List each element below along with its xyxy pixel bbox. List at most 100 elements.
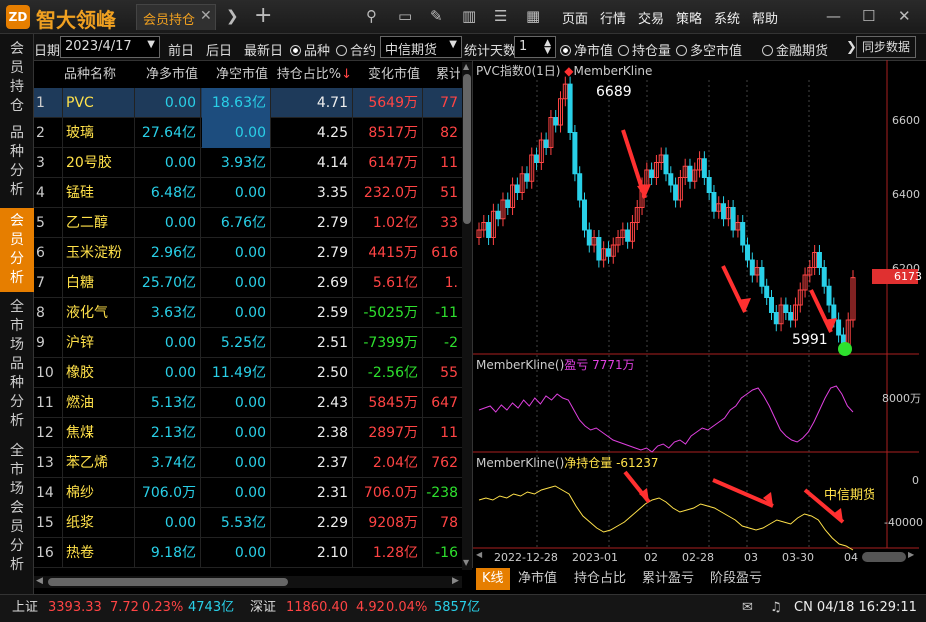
menu-system[interactable]: 系统: [714, 8, 740, 27]
row-position-pct: 2.69: [316, 275, 348, 291]
col-header-net-long[interactable]: 净多市值: [130, 62, 198, 88]
person-icon[interactable]: ⚲: [366, 7, 377, 25]
row-position-pct: 2.79: [316, 215, 348, 231]
chart-hscroll-thumb[interactable]: [862, 552, 906, 562]
col-header-cumulative[interactable]: 累计: [424, 62, 460, 88]
chart-icon[interactable]: ▥: [462, 7, 476, 25]
radio-on-icon: [290, 45, 301, 56]
candle-body: [730, 207, 736, 231]
finance-checkbox[interactable]: 金融期货: [762, 40, 828, 59]
table-hscroll-thumb[interactable]: [48, 578, 288, 586]
col-header-net-short[interactable]: 净空市值: [200, 62, 268, 88]
sound-icon[interactable]: ♫: [770, 594, 782, 622]
pen-icon[interactable]: ✎: [430, 7, 443, 25]
mail-icon[interactable]: ✉: [742, 594, 753, 622]
net-position-line: [478, 485, 854, 551]
candle-body: [759, 267, 765, 287]
radio-variety[interactable]: 品种: [290, 40, 330, 59]
candle-body: [572, 132, 578, 175]
radio-long-short[interactable]: 多空市值: [676, 40, 742, 59]
next-day-button[interactable]: 后日: [206, 40, 232, 59]
radio-position[interactable]: 持仓量: [618, 40, 671, 59]
chart-tab-stage-profit[interactable]: 阶段盈亏: [704, 568, 768, 590]
close-tab-icon[interactable]: ✕: [200, 8, 212, 24]
menu-trade[interactable]: 交易: [638, 8, 664, 27]
col-header-change[interactable]: 变化市值: [354, 62, 420, 88]
row-change: 5649万: [368, 95, 418, 111]
grid-line: [422, 418, 423, 448]
scroll-up-icon[interactable]: ▲: [463, 62, 469, 71]
vtab-market-variety[interactable]: 全市场品种分析: [0, 298, 34, 438]
days-label: 统计天数: [464, 44, 517, 59]
latest-day-button[interactable]: 最新日: [244, 40, 283, 59]
sync-data-button[interactable]: 同步数据: [856, 36, 916, 58]
menu-help[interactable]: 帮助: [752, 8, 778, 27]
menu-page[interactable]: 页面: [562, 8, 588, 27]
table-vscroll-thumb[interactable]: [463, 74, 471, 224]
grid-line: [270, 148, 271, 178]
minimize-icon[interactable]: —: [826, 7, 841, 25]
date-picker[interactable]: 2023/4/17 ▼: [60, 36, 160, 58]
chevron-right-icon[interactable]: ❯: [226, 7, 239, 25]
chart-tab-net-value[interactable]: 净市值: [512, 568, 563, 590]
net-position-panel-title: MemberKline()净持仓量 -61237: [476, 454, 659, 471]
chart-tab-position-pct[interactable]: 持仓占比: [568, 568, 632, 590]
row-net-short: 0.00: [234, 425, 266, 441]
grid-line: [200, 88, 201, 118]
profit-tick: 8000万: [882, 392, 921, 405]
maximize-icon[interactable]: ☐: [862, 7, 875, 25]
row-index: 4: [36, 185, 45, 201]
row-index: 9: [36, 335, 45, 351]
col-header-position-pct[interactable]: 持仓占比%↓: [272, 62, 352, 88]
grid-line: [200, 178, 201, 208]
row-variety-name: 20号胶: [66, 155, 112, 171]
vtab-market-member[interactable]: 全市场会员分析: [0, 442, 34, 582]
scroll-right-icon[interactable]: ▶: [452, 576, 459, 586]
row-variety-name: 热卷: [66, 545, 94, 561]
row-variety-name: 橡胶: [66, 365, 94, 381]
net-tick-40000: -40000: [884, 516, 923, 529]
col-header-name[interactable]: 品种名称: [64, 62, 134, 88]
vtab-member-position[interactable]: 会员持仓: [0, 40, 34, 120]
row-change: 5.61亿: [372, 275, 418, 291]
candle-body: [543, 139, 549, 148]
candle-body: [821, 267, 827, 287]
close-window-icon[interactable]: ✕: [898, 7, 911, 25]
broker-value: 中信期货: [385, 43, 438, 58]
chart-tab-cum-profit[interactable]: 累计盈亏: [636, 568, 700, 590]
sz-index-pct: 0.04%: [386, 600, 428, 615]
vtab-member-analysis[interactable]: 会员分析: [0, 208, 34, 292]
scroll-down-icon[interactable]: ▼: [463, 558, 469, 567]
row-net-short: 0.00: [234, 485, 266, 501]
chart-scroll-right-icon[interactable]: ▶: [908, 550, 914, 559]
calculator-icon[interactable]: ▦: [526, 7, 540, 25]
prev-day-button[interactable]: 前日: [168, 40, 194, 59]
menu-market[interactable]: 行情: [600, 8, 626, 27]
vtab-variety-analysis[interactable]: 品种分析: [0, 124, 34, 204]
row-net-long: 0.00: [164, 335, 196, 351]
chart-scroll-left-icon[interactable]: ◀: [476, 550, 482, 559]
chart-tab-kline[interactable]: K线: [476, 568, 510, 590]
scroll-left-icon[interactable]: ◀: [36, 576, 43, 586]
broker-select[interactable]: 中信期货 ▼: [380, 36, 462, 58]
list-icon[interactable]: ☰: [494, 7, 507, 25]
days-stepper[interactable]: 1 ▲ ▼: [514, 36, 556, 58]
row-change: 1.02亿: [372, 215, 418, 231]
row-change: 6147万: [368, 155, 418, 171]
grid-line: [270, 238, 271, 268]
menu-strategy[interactable]: 策略: [676, 8, 702, 27]
profit-line: [478, 385, 854, 453]
grid-line: [422, 268, 423, 298]
radio-contract[interactable]: 合约: [336, 40, 376, 59]
row-position-pct: 2.37: [316, 455, 348, 471]
annotation-arrowhead: [823, 318, 837, 332]
sh-index-amount: 4743亿: [188, 600, 235, 615]
add-tab-icon[interactable]: +: [254, 3, 272, 28]
row-position-pct: 2.38: [316, 425, 348, 441]
sz-index-amount: 5857亿: [434, 600, 481, 615]
row-net-short: 0.00: [234, 305, 266, 321]
row-cumulative: -16: [435, 545, 458, 561]
radio-net-value[interactable]: 净市值: [560, 40, 613, 59]
price-tick-6600: 6600: [892, 114, 920, 127]
monitor-icon[interactable]: ▭: [398, 7, 412, 25]
